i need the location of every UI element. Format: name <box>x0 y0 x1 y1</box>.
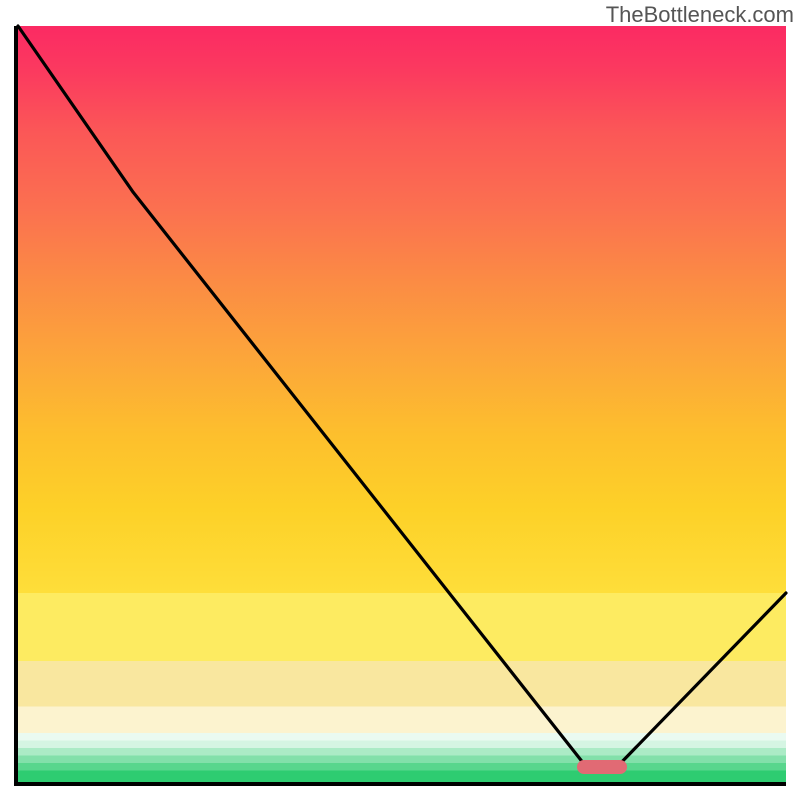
minimum-marker <box>577 760 627 774</box>
bottleneck-curve <box>18 26 786 767</box>
curve-layer <box>18 26 786 782</box>
chart-container: TheBottleneck.com <box>0 0 800 800</box>
watermark-text: TheBottleneck.com <box>606 2 794 28</box>
plot-area <box>18 26 786 782</box>
